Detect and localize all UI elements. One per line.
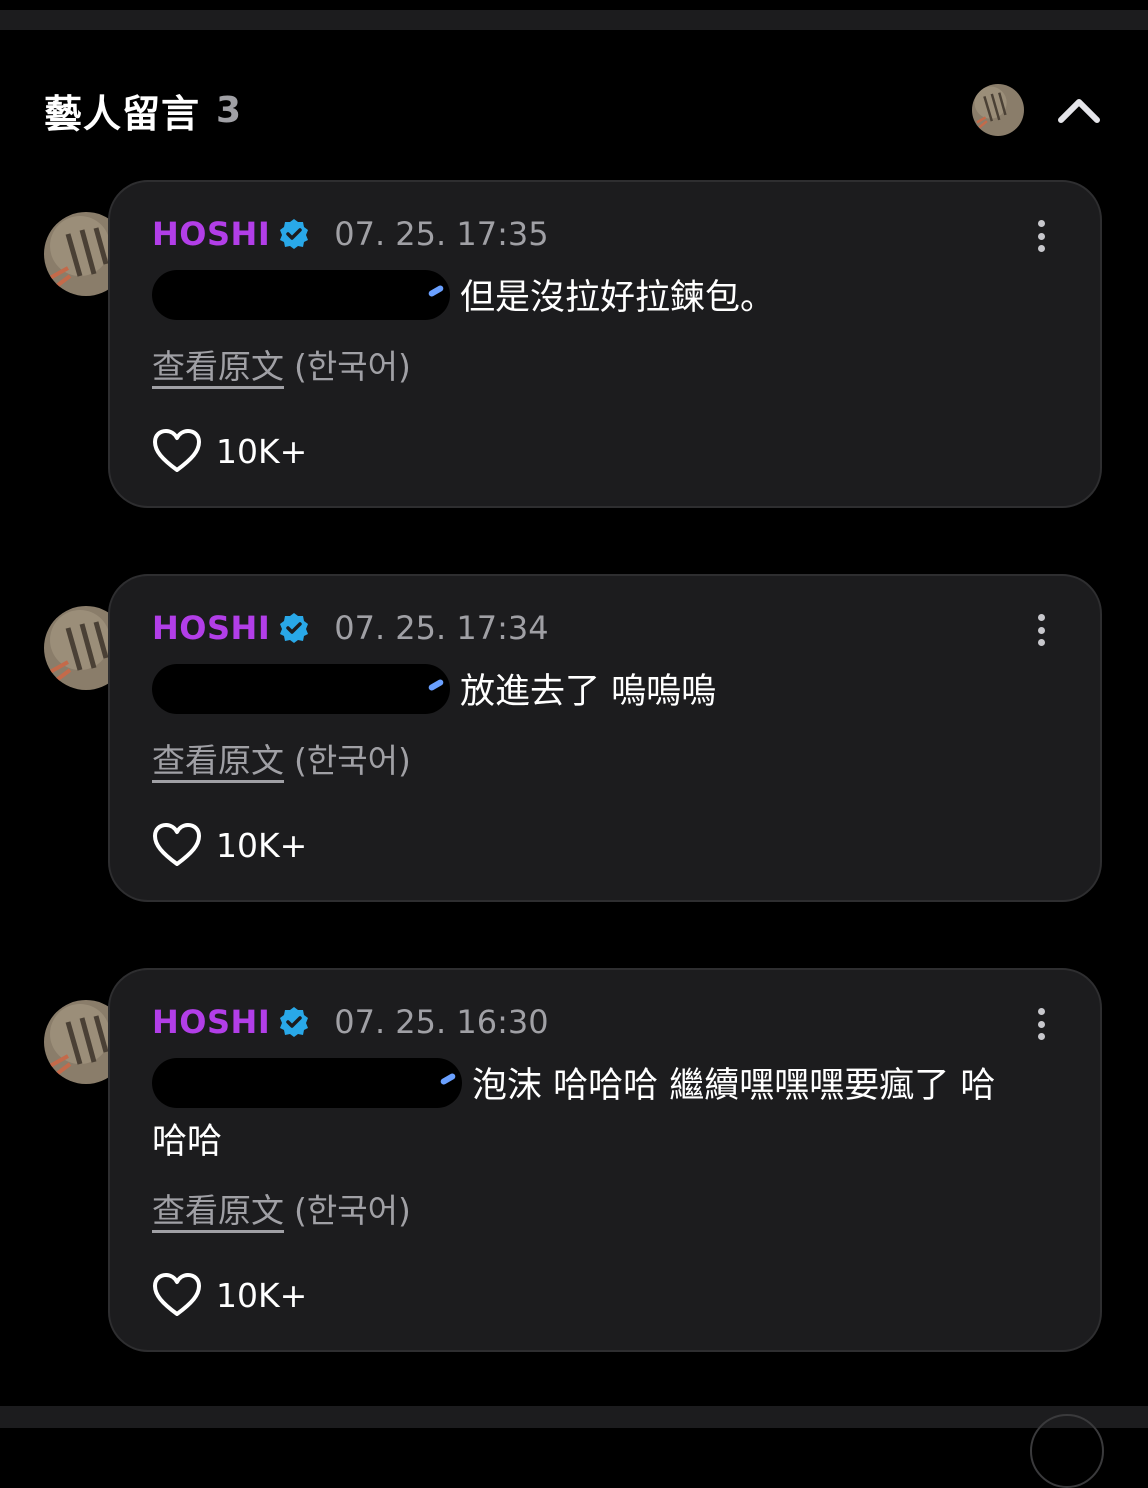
comment-body: 放進去了 嗚嗚嗚 [152,664,1030,720]
verified-badge-icon [278,1006,310,1038]
like-count: 10K+ [216,1275,308,1315]
floating-button[interactable] [1030,1414,1104,1488]
like-row: 10K+ [152,426,307,476]
author-name[interactable]: HOSHI [152,215,270,253]
author-name[interactable]: HOSHI [152,609,270,647]
comment-card: HOSHI 07. 25. 17:34 放進去了 嗚嗚嗚 查看原文 (한국어) 1… [108,574,1102,902]
comment-time: 07. 25. 17:35 [334,215,549,253]
more-options-icon[interactable] [1026,1004,1056,1044]
comment-text: 但是沒拉好拉鍊包。 [460,278,776,318]
comment-body: 泡沫 哈哈哈 繼續嘿嘿嘿要瘋了 哈哈哈 [152,1058,1030,1170]
view-original: 查看原文 (한국어) [152,340,411,388]
more-options-icon[interactable] [1026,610,1056,650]
redacted-text [152,664,450,714]
comment-meta: HOSHI 07. 25. 17:35 [152,214,549,254]
view-original-link[interactable]: 查看原文 [152,347,284,386]
verified-badge-icon [278,612,310,644]
section-title: 藝人留言 [44,91,201,136]
comment-count: 3 [216,89,242,131]
original-language: (한국어) [294,741,411,780]
artist-comments-header: 藝人留言 3 [44,82,241,138]
view-original: 查看原文 (한국어) [152,1184,411,1232]
verified-badge-icon [278,218,310,250]
heart-icon[interactable] [152,428,202,474]
artist-avatar[interactable] [972,84,1024,136]
comment-text: 放進去了 嗚嗚嗚 [460,672,717,712]
comment-time: 07. 25. 17:34 [334,609,549,647]
heart-icon[interactable] [152,1272,202,1318]
heart-icon[interactable] [152,822,202,868]
comment-meta: HOSHI 07. 25. 16:30 [152,1002,549,1042]
redacted-text [152,270,450,320]
original-language: (한국어) [294,347,411,386]
comment-time: 07. 25. 16:30 [334,1003,549,1041]
comment-card: HOSHI 07. 25. 17:35 但是沒拉好拉鍊包。 查看原文 (한국어) … [108,180,1102,508]
comment-card: HOSHI 07. 25. 16:30 泡沫 哈哈哈 繼續嘿嘿嘿要瘋了 哈哈哈 … [108,968,1102,1352]
author-name[interactable]: HOSHI [152,1003,270,1041]
original-language: (한국어) [294,1191,411,1230]
collapse-button[interactable] [1052,88,1106,132]
top-divider [0,10,1148,30]
chevron-up-icon [1058,99,1100,123]
bottom-divider [0,1406,1148,1428]
like-row: 10K+ [152,820,307,870]
comment-meta: HOSHI 07. 25. 17:34 [152,608,549,648]
like-row: 10K+ [152,1270,307,1320]
view-original-link[interactable]: 查看原文 [152,1191,284,1230]
like-count: 10K+ [216,825,308,865]
redacted-text [152,1058,462,1108]
more-options-icon[interactable] [1026,216,1056,256]
comment-body: 但是沒拉好拉鍊包。 [152,270,1030,326]
view-original: 查看原文 (한국어) [152,734,411,782]
like-count: 10K+ [216,431,308,471]
view-original-link[interactable]: 查看原文 [152,741,284,780]
